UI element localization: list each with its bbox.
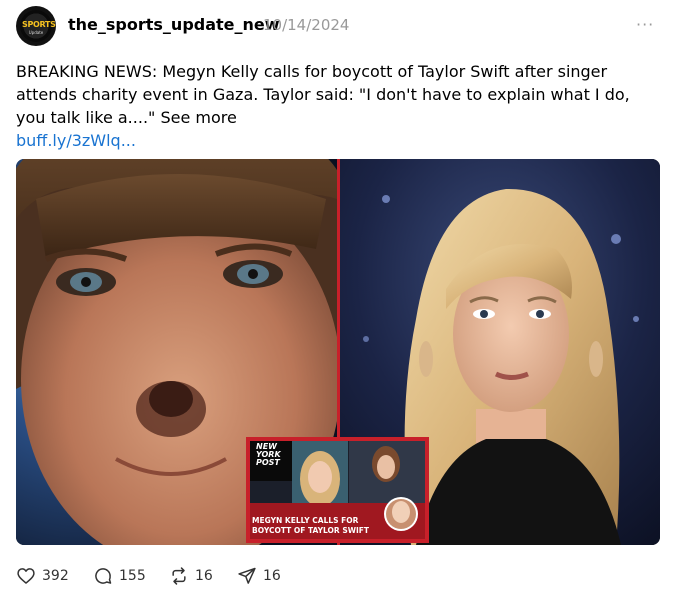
like-button[interactable]: 392 — [16, 564, 69, 588]
inset-headline-line2: BOYCOTT OF TAYLOR SWIFT — [252, 526, 370, 535]
more-options-icon[interactable]: ··· — [636, 15, 654, 34]
inset-brand-line3: POST — [256, 458, 280, 467]
inset-brand: NEW YORK POST — [256, 443, 281, 467]
post-image[interactable]: NEW YORK POST MEGYN KELLY CALLS FOR BOYC… — [16, 159, 660, 545]
composite-photo — [16, 159, 660, 545]
comment-count: 155 — [119, 568, 146, 584]
share-button[interactable]: 16 — [237, 564, 281, 588]
avatar[interactable]: SPORTS Update — [16, 6, 56, 46]
repost-button[interactable]: 16 — [169, 564, 213, 588]
post-caption: BREAKING NEWS: Megyn Kelly calls for boy… — [16, 60, 656, 129]
timestamp[interactable]: 10/14/2024 — [263, 16, 349, 34]
send-icon — [238, 567, 256, 584]
share-count: 16 — [263, 568, 281, 584]
post-link[interactable]: buff.ly/3zWlq... — [16, 129, 136, 152]
like-count: 392 — [42, 568, 69, 584]
see-more-link[interactable]: See more — [160, 108, 236, 127]
comment-icon — [95, 568, 112, 584]
comment-button[interactable]: 155 — [93, 564, 146, 588]
inset-headline: MEGYN KELLY CALLS FOR BOYCOTT OF TAYLOR … — [252, 516, 369, 536]
avatar-logo-text: SPORTS — [22, 20, 56, 29]
inset-headline-line1: MEGYN KELLY CALLS FOR — [252, 516, 359, 525]
repost-count: 16 — [195, 568, 213, 584]
post-card: SPORTS Update the_sports_update_new 10/1… — [0, 0, 676, 595]
heart-icon — [17, 568, 35, 584]
caption-text: BREAKING NEWS: Megyn Kelly calls for boy… — [16, 62, 630, 127]
avatar-logo-subtext: Update — [28, 30, 44, 35]
repost-icon — [172, 567, 186, 585]
username[interactable]: the_sports_update_new — [68, 15, 280, 34]
